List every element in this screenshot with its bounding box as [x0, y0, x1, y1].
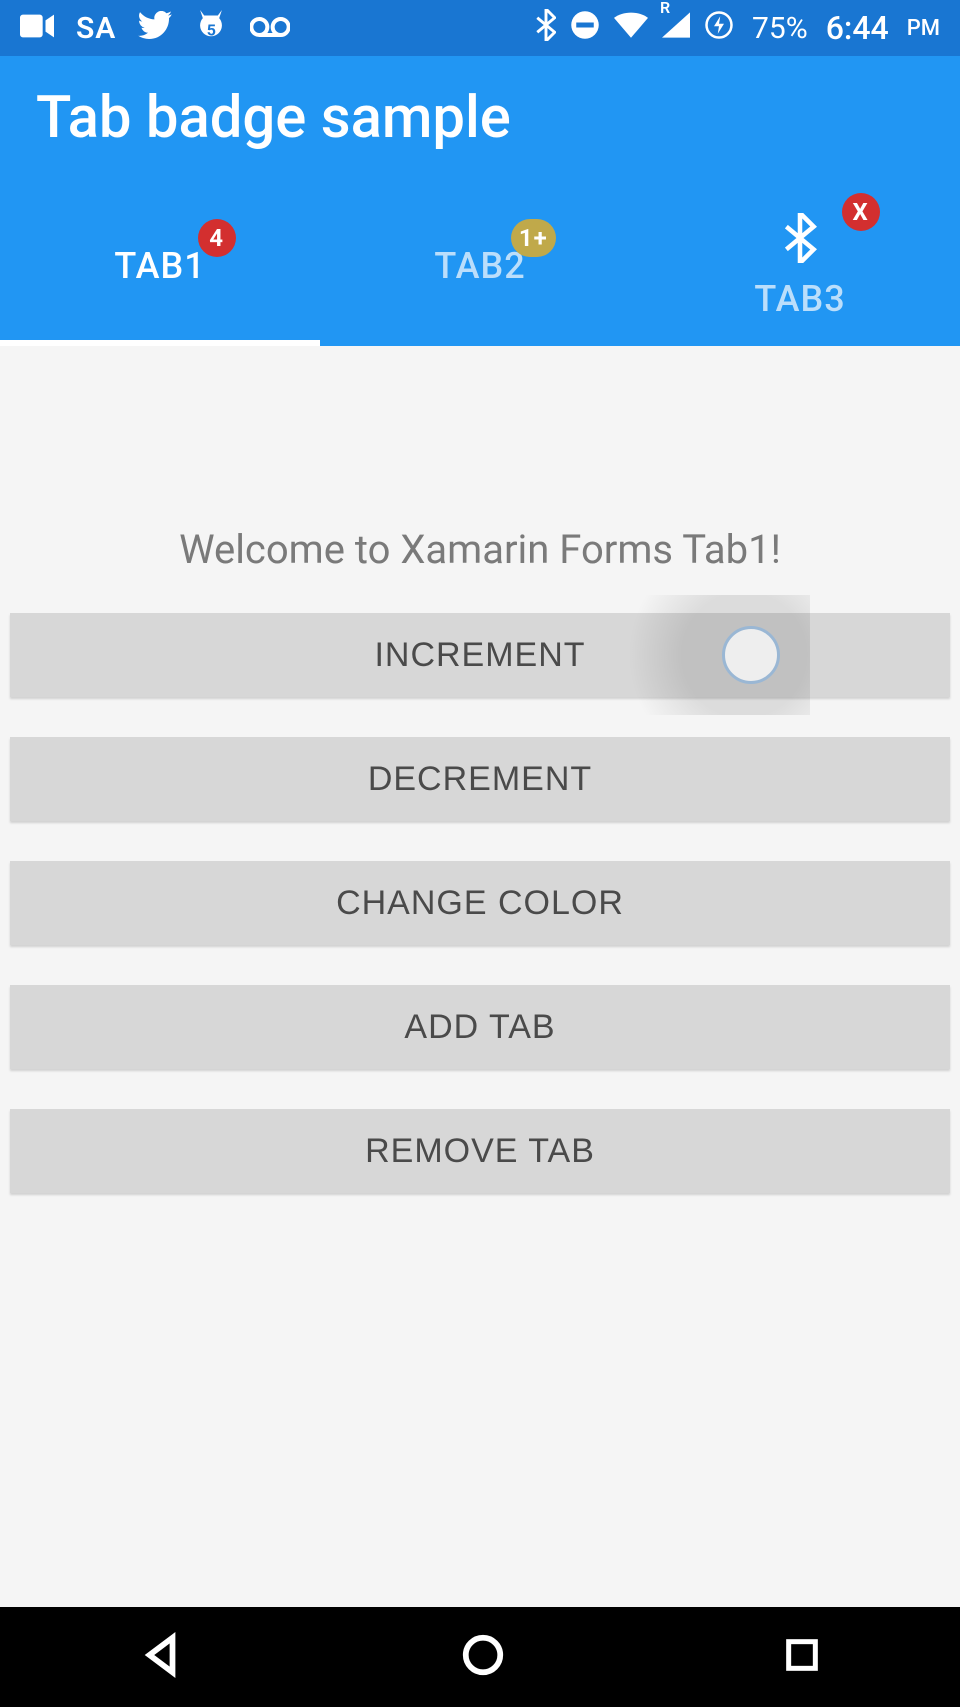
button-label: CHANGE COLOR [336, 884, 624, 923]
dnd-icon [570, 10, 600, 47]
owl-notif-icon: 5 [194, 10, 228, 47]
touch-ripple [590, 595, 810, 715]
tab-badge: 4 [198, 219, 236, 257]
tab-label: TAB1 [114, 245, 205, 287]
increment-button[interactable]: INCREMENT [10, 613, 950, 697]
app-bar: Tab badge sample [0, 56, 960, 186]
bluetooth-icon [536, 9, 556, 48]
android-status-bar: SA 5 R 75% 6:44 PM [0, 0, 960, 56]
tab-label: TAB2 [434, 245, 525, 287]
tab-badge: X [842, 193, 880, 231]
main-content: Welcome to Xamarin Forms Tab1! INCREMENT… [0, 526, 960, 1193]
video-icon [20, 12, 54, 45]
twitter-icon [138, 11, 172, 46]
android-nav-bar [0, 1607, 960, 1707]
page-title: Tab badge sample [36, 84, 924, 152]
bluetooth-icon [783, 213, 817, 272]
decrement-button[interactable]: DECREMENT [10, 737, 950, 821]
tab-strip: TAB1 4 TAB2 1+ TAB3 X [0, 186, 960, 346]
signal-icon: R [662, 12, 690, 45]
sa-indicator: SA [76, 11, 116, 46]
recents-button[interactable] [782, 1635, 822, 1679]
wifi-icon [614, 12, 648, 45]
tab-label: TAB3 [754, 278, 845, 320]
tab-badge: 1+ [511, 219, 556, 257]
tab-tab1[interactable]: TAB1 4 [0, 186, 320, 346]
button-label: REMOVE TAB [365, 1132, 595, 1171]
tab-tab3[interactable]: TAB3 X [640, 186, 960, 346]
welcome-text: Welcome to Xamarin Forms Tab1! [10, 526, 950, 573]
tab-tab2[interactable]: TAB2 1+ [320, 186, 640, 346]
change-color-button[interactable]: CHANGE COLOR [10, 861, 950, 945]
battery-percent: 75% [752, 11, 808, 46]
clock-ampm: PM [907, 16, 940, 41]
remove-tab-button[interactable]: REMOVE TAB [10, 1109, 950, 1193]
back-button[interactable] [138, 1632, 184, 1682]
charging-icon [704, 10, 734, 47]
button-label: INCREMENT [374, 636, 585, 675]
home-button[interactable] [460, 1632, 506, 1682]
tab-indicator [0, 340, 320, 346]
clock-time: 6:44 [826, 9, 889, 47]
button-label: DECREMENT [368, 760, 592, 799]
voicemail-icon [250, 12, 290, 45]
button-label: ADD TAB [404, 1008, 555, 1047]
add-tab-button[interactable]: ADD TAB [10, 985, 950, 1069]
